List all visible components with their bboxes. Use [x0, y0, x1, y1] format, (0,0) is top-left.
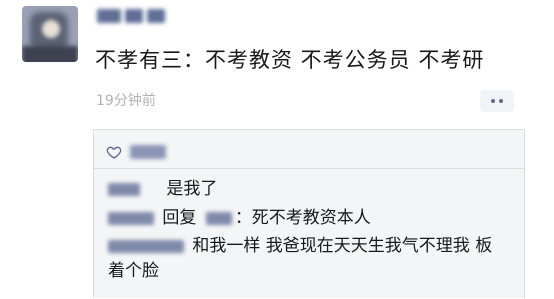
- likes-row: [106, 140, 166, 164]
- more-options-button[interactable]: [480, 90, 514, 112]
- comments-panel: 是我了 回复 ：死不考教资本人 和我一样 我爸现在天天生我气不理我 板着个脸: [93, 129, 525, 298]
- comment-text: ：死不考教资本人: [234, 208, 371, 228]
- comment-text: 是我了: [166, 179, 218, 199]
- heart-icon: [106, 146, 122, 159]
- comment-author-blurred[interactable]: [108, 239, 184, 253]
- post-text: 不孝有三：不考教资 不考公务员 不考研: [95, 48, 485, 72]
- username-blurred[interactable]: [97, 8, 169, 32]
- comment-item[interactable]: 回复 ：死不考教资本人: [108, 203, 371, 228]
- more-dots-icon: [491, 99, 495, 103]
- more-dots-icon: [499, 99, 503, 103]
- post-timestamp: 19分钟前: [96, 93, 156, 109]
- comment-author-blurred[interactable]: [108, 182, 140, 196]
- divider: [94, 168, 524, 169]
- reply-label: 回复: [162, 208, 197, 228]
- avatar[interactable]: [22, 6, 78, 62]
- comment-item[interactable]: 是我了: [108, 174, 217, 199]
- like-username-blurred[interactable]: [130, 145, 166, 159]
- comment-author-blurred[interactable]: [108, 211, 154, 225]
- comment-item[interactable]: 和我一样 我爸现在天天生我气不理我 板着个脸: [108, 234, 508, 284]
- reply-target-blurred[interactable]: [205, 211, 232, 225]
